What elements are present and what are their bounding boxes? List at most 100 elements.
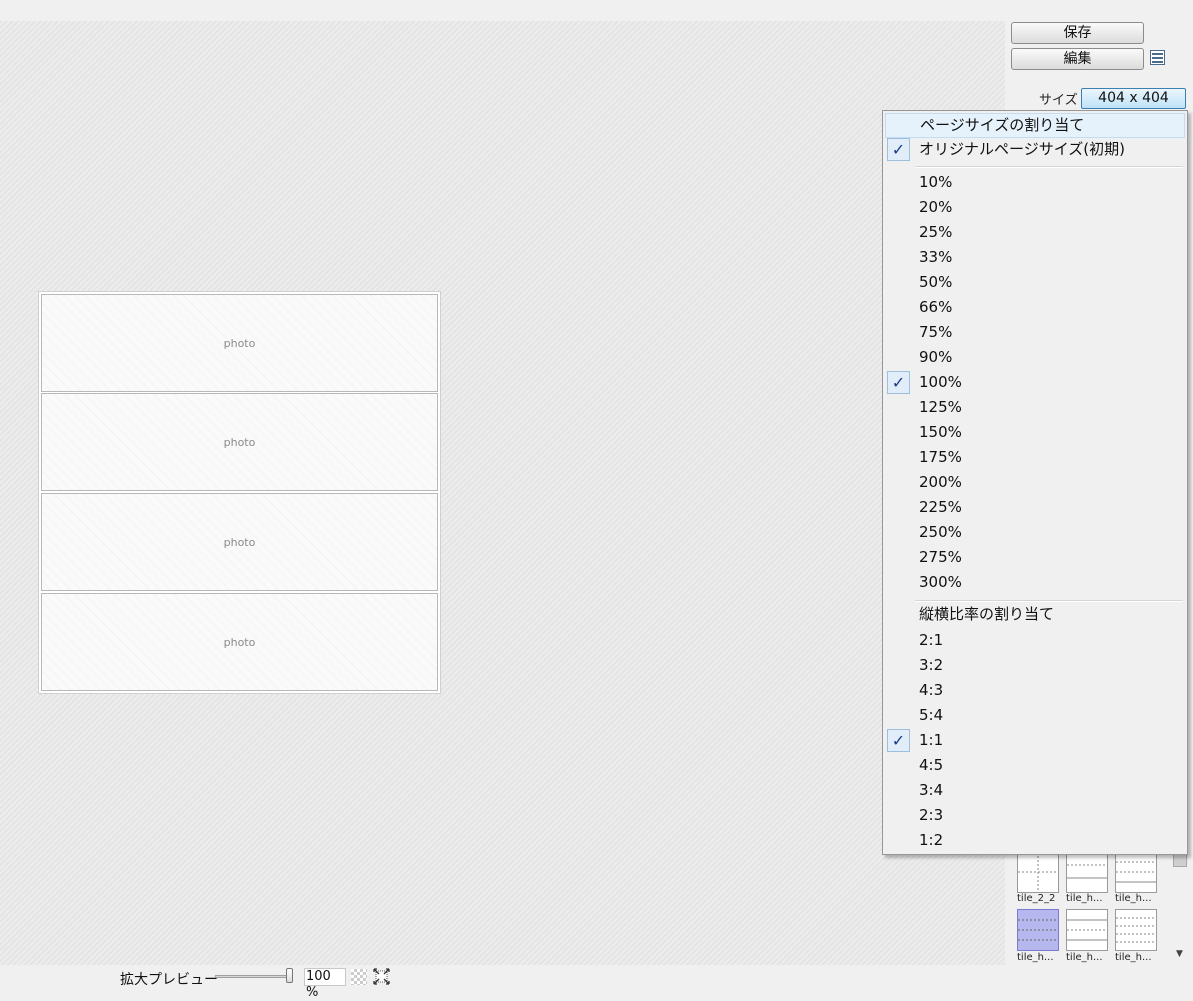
size-dropdown-button[interactable]: 404 x 404 [1081, 88, 1186, 109]
menu-item-option[interactable]: 150% [885, 420, 1185, 445]
menu-item-option[interactable]: 4:3 [885, 678, 1185, 703]
rows-layout-icon [1116, 861, 1156, 883]
photo-cell-2[interactable]: photo [41, 393, 438, 491]
page-preview: photo photo photo photo [38, 291, 441, 694]
thumbnail-label: tile_h... [1115, 893, 1152, 904]
menu-item-option[interactable]: 300% [885, 570, 1185, 595]
menu-item-option[interactable]: 4:5 [885, 753, 1185, 778]
menu-item-option[interactable]: 175% [885, 445, 1185, 470]
menu-item-option[interactable]: 10% [885, 170, 1185, 195]
rows-layout-icon [1116, 917, 1156, 943]
menu-item-label: 33% [919, 248, 953, 266]
menu-item-label: 10% [919, 173, 953, 191]
thumbnail-label: tile_h... [1017, 952, 1054, 963]
menu-item-option[interactable]: 200% [885, 470, 1185, 495]
menu-item-option[interactable]: 275% [885, 545, 1185, 570]
menu-header-page-size: ページサイズの割り当て [885, 113, 1185, 138]
menu-item-option[interactable]: 3:2 [885, 653, 1185, 678]
transparency-checker-icon[interactable] [351, 969, 367, 985]
list-menu-icon[interactable] [1150, 50, 1165, 65]
menu-item-option[interactable]: 75% [885, 320, 1185, 345]
menu-item-option[interactable]: 250% [885, 520, 1185, 545]
menu-item-label: 125% [919, 398, 962, 416]
thumbnail-tile-h[interactable] [1115, 909, 1157, 951]
menu-item-option[interactable]: 33% [885, 245, 1185, 270]
menu-item-label: 250% [919, 523, 962, 541]
photo-cell-1[interactable]: photo [41, 294, 438, 392]
menu-item-option[interactable]: 20% [885, 195, 1185, 220]
checkmark-icon: ✓ [887, 138, 910, 161]
menu-item-option[interactable]: 125% [885, 395, 1185, 420]
menu-item-label: 90% [919, 348, 953, 366]
menu-item-label: 275% [919, 548, 962, 566]
photo-placeholder-label: photo [223, 435, 256, 449]
menu-item-label: 4:5 [919, 756, 944, 774]
layout-thumbnails: tile_2_2 tile_h... tile_h... tile_h... t… [1015, 851, 1175, 965]
top-bar [0, 0, 1193, 21]
menu-item-option[interactable]: 225% [885, 495, 1185, 520]
menu-item-option[interactable]: 5:4 [885, 703, 1185, 728]
photo-placeholder-label: photo [223, 336, 256, 350]
zoom-preview-label: 拡大プレビュー [120, 972, 218, 988]
thumbnail-tile-2-2[interactable] [1017, 851, 1059, 893]
fit-to-window-icon[interactable] [373, 968, 390, 985]
menu-item-option[interactable]: ✓ 1:1 [885, 728, 1185, 753]
save-button[interactable]: 保存 [1011, 22, 1144, 44]
menu-item-option[interactable]: 1:2 [885, 828, 1185, 853]
menu-item-label: 75% [919, 323, 953, 341]
thumbnail-tile-h[interactable] [1066, 851, 1108, 893]
menu-item-option[interactable]: 25% [885, 220, 1185, 245]
menu-item-label: 175% [919, 448, 962, 466]
edit-button[interactable]: 編集 [1011, 48, 1144, 70]
checkmark-icon: ✓ [887, 729, 910, 752]
menu-separator [915, 166, 1183, 168]
thumbnail-label: tile_h... [1066, 952, 1103, 963]
page-size-dropdown-menu: ページサイズの割り当て ✓ オリジナルページサイズ(初期) 10% 20% 25% 3… [882, 110, 1188, 855]
menu-item-label: 200% [919, 473, 962, 491]
menu-item-label: 3:4 [919, 781, 944, 799]
menu-item-label: オリジナルページサイズ(初期) [919, 140, 1125, 158]
rows-layout-icon [1067, 864, 1107, 879]
thumbnail-tile-h-selected[interactable] [1017, 909, 1059, 951]
menu-item-label: 2:1 [919, 631, 944, 649]
rows-layout-icon [1018, 919, 1058, 941]
menu-item-label: 4:3 [919, 681, 944, 699]
zoom-value-field[interactable]: 100 % [304, 968, 346, 1000]
menu-item-label: 225% [919, 498, 962, 516]
thumbnail-tile-h[interactable] [1115, 851, 1157, 893]
checkmark-icon: ✓ [887, 371, 910, 394]
zoom-slider-thumb[interactable] [286, 968, 293, 983]
menu-item-label: 25% [919, 223, 953, 241]
menu-item-original-size[interactable]: ✓ オリジナルページサイズ(初期) [885, 137, 1185, 162]
menu-header-label: ページサイズの割り当て [920, 116, 1085, 134]
menu-item-option[interactable]: 2:3 [885, 803, 1185, 828]
menu-item-option[interactable]: 2:1 [885, 628, 1185, 653]
scroll-down-arrow-icon[interactable]: ▼ [1176, 949, 1183, 959]
menu-item-option[interactable]: 90% [885, 345, 1185, 370]
zoom-slider[interactable] [215, 975, 293, 978]
thumbnail-label: tile_h... [1066, 893, 1103, 904]
menu-item-label: 20% [919, 198, 953, 216]
thumbnail-tile-h[interactable] [1066, 909, 1108, 951]
photo-placeholder-label: photo [223, 635, 256, 649]
rows-layout-icon [1067, 919, 1107, 941]
photo-placeholder-label: photo [223, 535, 256, 549]
menu-item-label: 3:2 [919, 656, 944, 674]
menu-item-label: 150% [919, 423, 962, 441]
menu-item-label: 100% [919, 373, 962, 391]
bottom-status-bar: 拡大プレビュー 100 % [0, 965, 1193, 1000]
menu-item-label: 1:2 [919, 831, 944, 849]
menu-header-label: 縦横比率の割り当て [919, 605, 1055, 623]
thumbnail-label: tile_2_2 [1017, 893, 1056, 904]
menu-item-label: 66% [919, 298, 953, 316]
photo-cell-3[interactable]: photo [41, 493, 438, 591]
menu-item-option[interactable]: 66% [885, 295, 1185, 320]
menu-item-option[interactable]: 50% [885, 270, 1185, 295]
photo-cell-4[interactable]: photo [41, 593, 438, 691]
menu-item-option[interactable]: 3:4 [885, 778, 1185, 803]
menu-item-label: 2:3 [919, 806, 944, 824]
menu-header-aspect-ratio: 縦横比率の割り当て [885, 602, 1185, 627]
menu-item-option[interactable]: ✓ 100% [885, 370, 1185, 395]
menu-item-label: 300% [919, 573, 962, 591]
menu-item-label: 50% [919, 273, 953, 291]
